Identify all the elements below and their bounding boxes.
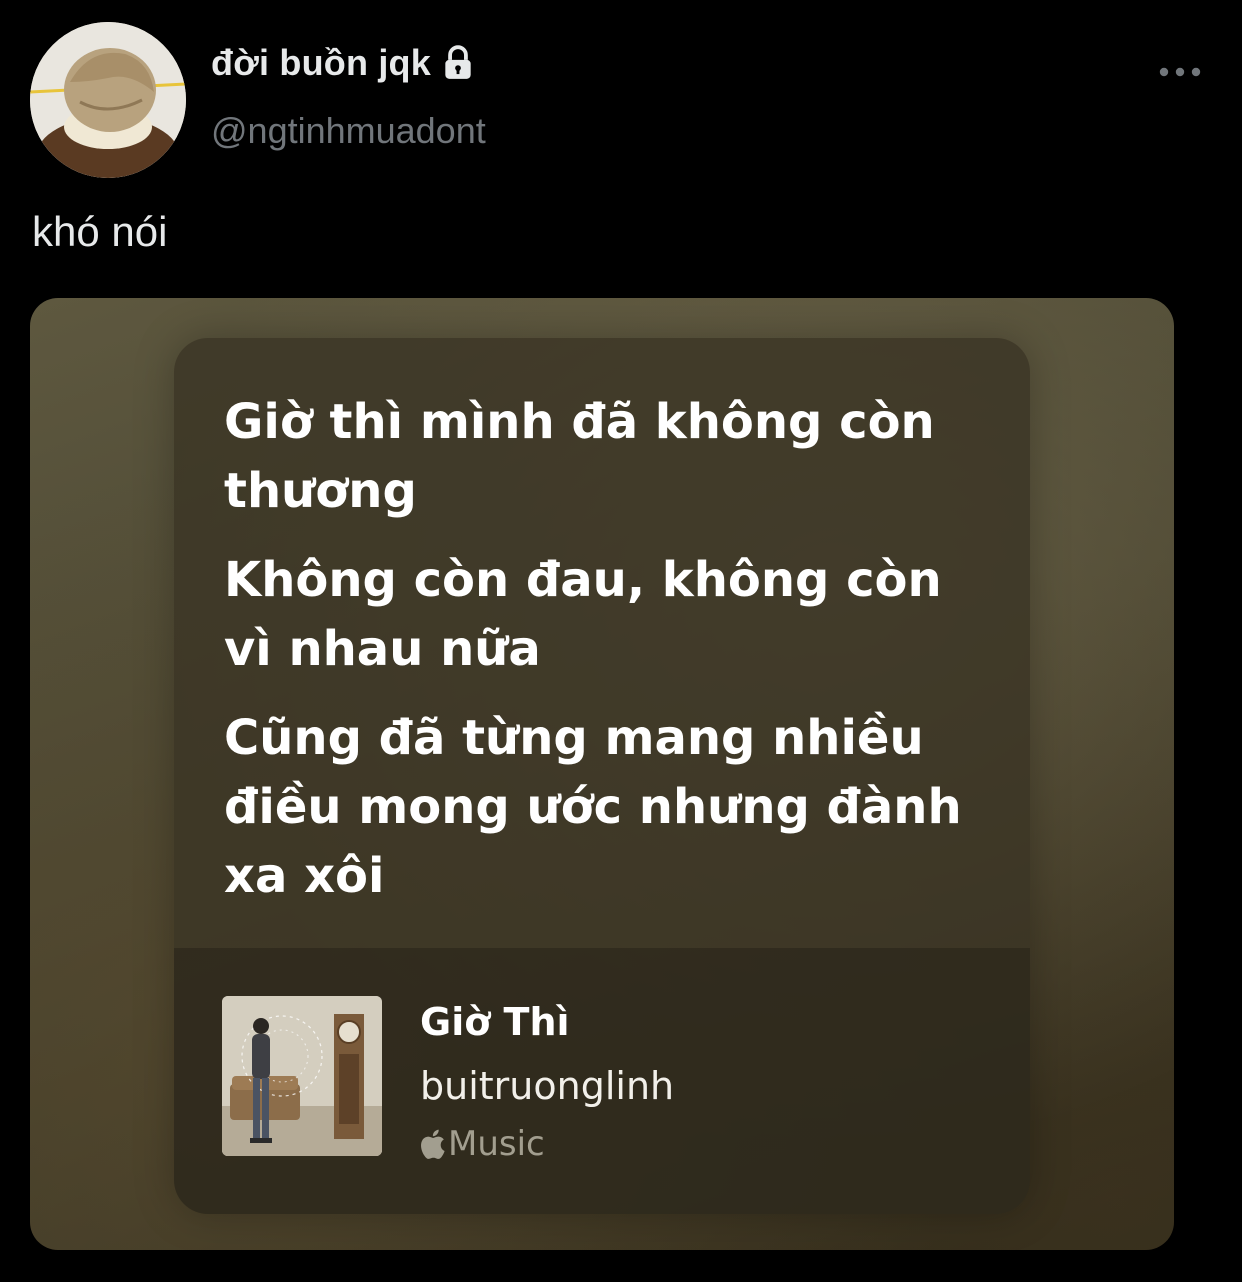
user-handle[interactable]: @ngtinhmuadont — [211, 110, 486, 152]
lyrics-card: Giờ thì mình đã không còn thương Không c… — [174, 338, 1030, 1214]
apple-logo-icon — [418, 1128, 446, 1160]
lock-icon — [439, 44, 477, 82]
song-info: Giờ Thì buitruonglinh Music — [174, 948, 1030, 1214]
tweet-text: khó nói — [32, 208, 168, 255]
song-artist: buitruonglinh — [420, 1064, 675, 1108]
music-service-label: Music — [448, 1124, 545, 1164]
lyric-line: Cũng đã từng mang nhiều điều mong ước nh… — [224, 710, 962, 904]
display-name[interactable]: đời buồn jqk — [211, 42, 477, 84]
more-options-button[interactable] — [1150, 52, 1210, 92]
more-dots-icon — [1159, 67, 1201, 77]
tweet-media[interactable]: Giờ thì mình đã không còn thương Không c… — [30, 298, 1174, 1250]
song-title: Giờ Thì — [420, 1000, 570, 1044]
apple-music-logo: Music — [418, 1124, 545, 1164]
lyrics-block: Giờ thì mình đã không còn thương Không c… — [224, 388, 1004, 931]
album-art — [222, 996, 382, 1156]
display-name-text[interactable]: đời buồn jqk — [211, 42, 431, 84]
lyric-line: Không còn đau, không còn vì nhau nữa — [224, 552, 942, 677]
avatar[interactable] — [30, 22, 186, 178]
lyric-line: Giờ thì mình đã không còn thương — [224, 394, 935, 519]
